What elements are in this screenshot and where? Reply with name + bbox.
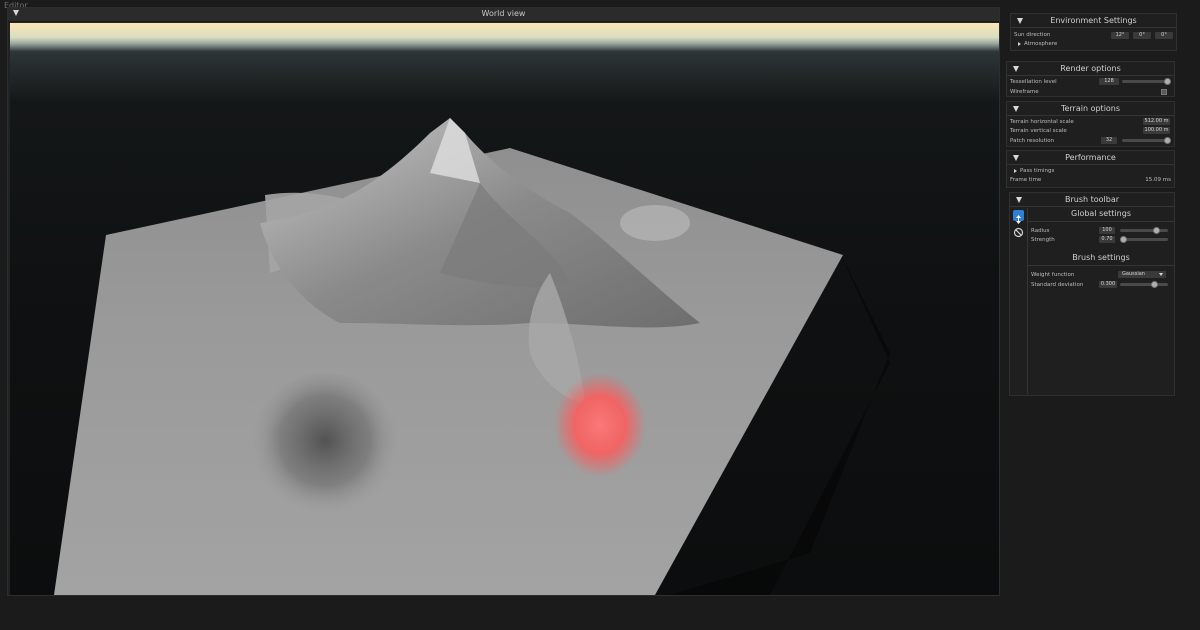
strength-label: Strength <box>1031 237 1055 243</box>
terrain-hill-right <box>620 205 690 241</box>
strength-slider-knob[interactable] <box>1120 236 1128 243</box>
patch-resolution-value[interactable]: 32 <box>1101 137 1117 144</box>
panel-title: Render options <box>1060 64 1121 73</box>
terrain-dent <box>250 373 400 523</box>
chevron-down-icon <box>1159 273 1163 276</box>
radius-value[interactable]: 100 <box>1099 227 1115 234</box>
performance-header[interactable]: Performance <box>1007 151 1174 165</box>
wireframe-label: Wireframe <box>1010 89 1039 95</box>
world-view-title: World view <box>481 9 526 18</box>
world-view-window: World view <box>7 7 1000 596</box>
world-view-titlebar[interactable]: World view <box>8 8 999 22</box>
tree-expand-icon <box>1014 169 1017 173</box>
erase-tool-button[interactable] <box>1013 223 1024 238</box>
stddev-label: Standard deviation <box>1031 282 1084 288</box>
tessellation-value[interactable]: 128 <box>1099 78 1119 85</box>
atmosphere-tree-node[interactable]: Atmosphere <box>1011 39 1176 49</box>
sun-direction-label: Sun direction <box>1014 32 1051 38</box>
pass-timings-label: Pass timings <box>1020 168 1055 174</box>
sun-direction-x-input[interactable]: 12° <box>1111 32 1129 39</box>
section-divider <box>1028 265 1174 266</box>
weight-function-label: Weight function <box>1031 272 1075 278</box>
atmosphere-label: Atmosphere <box>1024 41 1058 47</box>
render-options-header[interactable]: Render options <box>1007 62 1174 76</box>
frame-time-label: Frame time <box>1010 177 1042 183</box>
panel-title: Terrain options <box>1060 104 1121 113</box>
hscale-input[interactable]: 512.00 m <box>1143 118 1170 125</box>
radius-slider[interactable] <box>1120 229 1168 232</box>
brush-settings-title: Brush settings <box>1072 253 1130 262</box>
strength-slider[interactable] <box>1120 238 1168 241</box>
render-options-panel: Render options Tessellation level 128 Wi… <box>1006 61 1175 97</box>
vscale-label: Terrain vertical scale <box>1010 128 1067 134</box>
tree-expand-icon <box>1018 42 1021 46</box>
weight-function-row: Weight function Gaussian <box>1028 270 1174 280</box>
terrain-viewport[interactable] <box>10 23 999 595</box>
global-settings-title: Global settings <box>1071 209 1131 218</box>
brush-toolbar-header[interactable]: Brush toolbar <box>1010 193 1174 207</box>
patch-resolution-row: Patch resolution 32 <box>1007 136 1174 146</box>
stddev-value[interactable]: 0.300 <box>1099 281 1117 288</box>
brush-cursor-highlight <box>554 373 646 477</box>
panel-title: Brush toolbar <box>1064 195 1120 204</box>
patch-resolution-label: Patch resolution <box>1010 138 1055 144</box>
frame-time-value: 15.09 ms <box>1145 177 1171 183</box>
terrain-options-panel: Terrain options Terrain horizontal scale… <box>1006 101 1175 147</box>
vscale-row: Terrain vertical scale 100.00 m <box>1007 126 1174 136</box>
raise-lower-tool-button[interactable] <box>1013 210 1024 224</box>
panel-title: Environment Settings <box>1050 16 1137 25</box>
terrain-options-header[interactable]: Terrain options <box>1007 102 1174 116</box>
stddev-slider-knob[interactable] <box>1151 281 1159 288</box>
radius-slider-knob[interactable] <box>1152 227 1160 234</box>
frame-time-row: Frame time 15.09 ms <box>1007 175 1174 185</box>
brush-toolbar-panel: Brush toolbar Global settings Radius 100… <box>1009 192 1175 396</box>
wireframe-row: Wireframe <box>1007 87 1174 97</box>
tessellation-label: Tessellation level <box>1010 79 1057 85</box>
stddev-row: Standard deviation 0.300 <box>1028 280 1174 290</box>
erase-tool-icon <box>1013 227 1024 238</box>
stddev-slider[interactable] <box>1120 283 1168 286</box>
patch-resolution-slider-knob[interactable] <box>1163 137 1171 144</box>
terrain-render <box>54 118 890 595</box>
tessellation-row: Tessellation level 128 <box>1007 77 1174 87</box>
environment-settings-header[interactable]: Environment Settings <box>1011 14 1176 28</box>
patch-resolution-slider[interactable] <box>1122 139 1167 142</box>
sun-direction-y-input[interactable]: 0° <box>1133 32 1151 39</box>
wireframe-checkbox[interactable] <box>1161 89 1167 95</box>
tessellation-slider-knob[interactable] <box>1163 78 1171 85</box>
performance-panel: Performance Pass timings Frame time 15.0… <box>1006 150 1175 188</box>
radius-label: Radius <box>1031 228 1050 234</box>
tessellation-slider[interactable] <box>1122 80 1167 83</box>
section-divider <box>1028 221 1174 222</box>
strength-row: Strength 0.70 <box>1028 235 1174 245</box>
environment-settings-panel: Environment Settings Sun direction 12° 0… <box>1010 13 1177 51</box>
panel-title: Performance <box>1065 153 1116 162</box>
weight-function-select[interactable]: Gaussian <box>1118 271 1166 278</box>
weight-function-value: Gaussian <box>1122 271 1145 277</box>
hscale-label: Terrain horizontal scale <box>1010 119 1074 125</box>
sun-direction-z-input[interactable]: 0° <box>1155 32 1173 39</box>
vscale-input[interactable]: 100.00 m <box>1143 127 1170 134</box>
strength-value[interactable]: 0.70 <box>1099 236 1115 243</box>
